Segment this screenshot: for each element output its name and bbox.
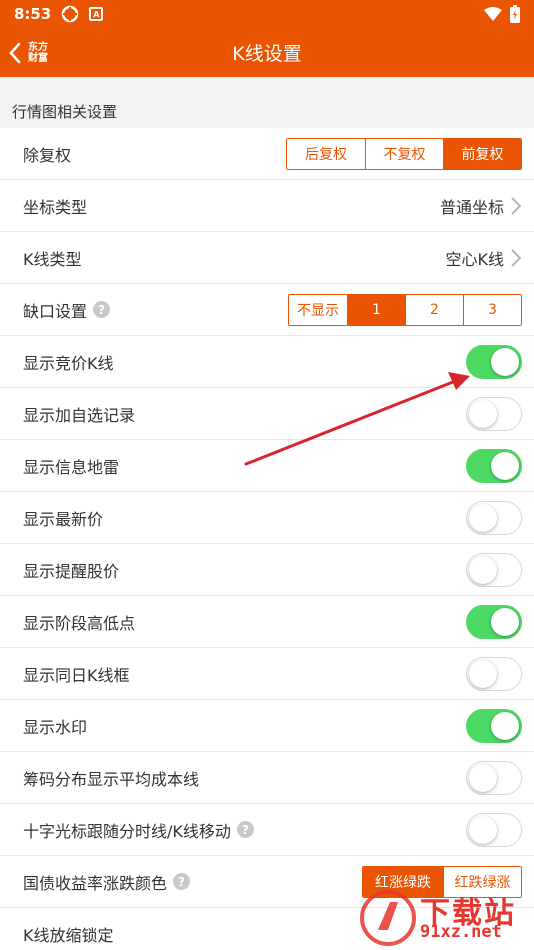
row-label: 显示加自选记录: [23, 405, 136, 425]
section-header: 行情图相关设置: [0, 77, 534, 128]
row-label: 缺口设置: [23, 301, 88, 321]
stage-high-low-toggle[interactable]: [466, 604, 522, 639]
row-label: 坐标类型: [23, 197, 88, 217]
gap-segmented-control: 不显示 1 2 3: [288, 293, 522, 326]
row-kline-type[interactable]: K线类型 空心K线: [0, 232, 534, 284]
row-latest-price: 显示最新价: [0, 492, 534, 544]
seg-option-hide[interactable]: 不显示: [289, 294, 347, 325]
info-mine-toggle[interactable]: [466, 448, 522, 483]
row-axis-type[interactable]: 坐标类型 普通坐标: [0, 180, 534, 232]
status-bar: 8:53 A: [0, 0, 534, 28]
back-button[interactable]: 东方 财富: [8, 28, 50, 77]
row-bid-kline: 显示竞价K线: [0, 336, 534, 388]
watermark-toggle[interactable]: [466, 708, 522, 743]
row-info-mine: 显示信息地雷: [0, 440, 534, 492]
row-crosshair-follow: 十字光标跟随分时线/K线移动 ?: [0, 804, 534, 856]
nav-bar: 东方 财富 K线设置: [0, 28, 534, 77]
row-label: 显示提醒股价: [23, 561, 120, 581]
bid-kline-toggle[interactable]: [466, 344, 522, 379]
chip-avg-cost-toggle[interactable]: [466, 760, 522, 795]
axis-type-value: 普通坐标: [439, 197, 504, 217]
site-watermark: 下载站 91xz.net: [360, 886, 530, 948]
chevron-right-icon: [511, 248, 522, 267]
row-stage-high-low: 显示阶段高低点: [0, 596, 534, 648]
row-watermark: 显示水印: [0, 700, 534, 752]
page-title: K线设置: [232, 43, 302, 65]
seg-option-hou-fuquan[interactable]: 后复权: [287, 138, 365, 169]
row-label: 筹码分布显示平均成本线: [23, 769, 200, 789]
watermark-url: 91xz.net: [420, 922, 502, 942]
wifi-icon: [484, 7, 502, 21]
row-label: 十字光标跟随分时线/K线移动: [23, 821, 231, 841]
watchlist-record-toggle[interactable]: [466, 396, 522, 431]
chevron-right-icon: [511, 196, 522, 215]
kline-type-value: 空心K线: [445, 249, 505, 269]
row-label: 国债收益率涨跌颜色: [23, 873, 168, 893]
row-fuquan: 除复权 后复权 不复权 前复权: [0, 128, 534, 180]
alert-price-toggle[interactable]: [466, 552, 522, 587]
settings-list: 除复权 后复权 不复权 前复权 坐标类型 普通坐标 K线类型 空心K线 缺口设置…: [0, 128, 534, 950]
row-same-day-frame: 显示同日K线框: [0, 648, 534, 700]
row-label: 显示同日K线框: [23, 665, 130, 685]
seg-option-bu-fuquan[interactable]: 不复权: [365, 138, 443, 169]
row-label: K线放缩锁定: [23, 926, 114, 945]
fuquan-segmented-control: 后复权 不复权 前复权: [286, 137, 522, 170]
help-icon[interactable]: ?: [173, 873, 191, 890]
crosshair-follow-toggle[interactable]: [466, 812, 522, 847]
row-label: 显示阶段高低点: [23, 613, 136, 633]
row-label: 显示信息地雷: [23, 457, 120, 477]
row-label: 显示竞价K线: [23, 353, 114, 373]
row-watchlist-record: 显示加自选记录: [0, 388, 534, 440]
row-label: 除复权: [23, 145, 72, 165]
app-notification-icon: A: [89, 7, 104, 21]
latest-price-toggle[interactable]: [466, 500, 522, 535]
seg-option-1[interactable]: 1: [347, 294, 405, 325]
row-label: 显示水印: [23, 717, 88, 737]
brand-logo: 东方 财富: [28, 41, 48, 64]
row-gap: 缺口设置 ? 不显示 1 2 3: [0, 284, 534, 336]
watermark-logo-icon: [360, 890, 416, 946]
seg-option-3[interactable]: 3: [463, 294, 521, 325]
seg-option-qian-fuquan[interactable]: 前复权: [443, 138, 521, 169]
seg-option-2[interactable]: 2: [405, 294, 463, 325]
chevron-left-icon: [9, 42, 21, 63]
same-day-frame-toggle[interactable]: [466, 656, 522, 691]
help-icon[interactable]: ?: [93, 301, 111, 318]
status-time: 8:53: [14, 5, 52, 23]
help-icon[interactable]: ?: [236, 821, 254, 838]
row-chip-avg-cost: 筹码分布显示平均成本线: [0, 752, 534, 804]
row-label: 显示最新价: [23, 509, 104, 529]
row-label: K线类型: [23, 249, 82, 269]
sync-icon: [62, 5, 79, 23]
row-alert-price: 显示提醒股价: [0, 544, 534, 596]
battery-icon: [510, 5, 520, 23]
